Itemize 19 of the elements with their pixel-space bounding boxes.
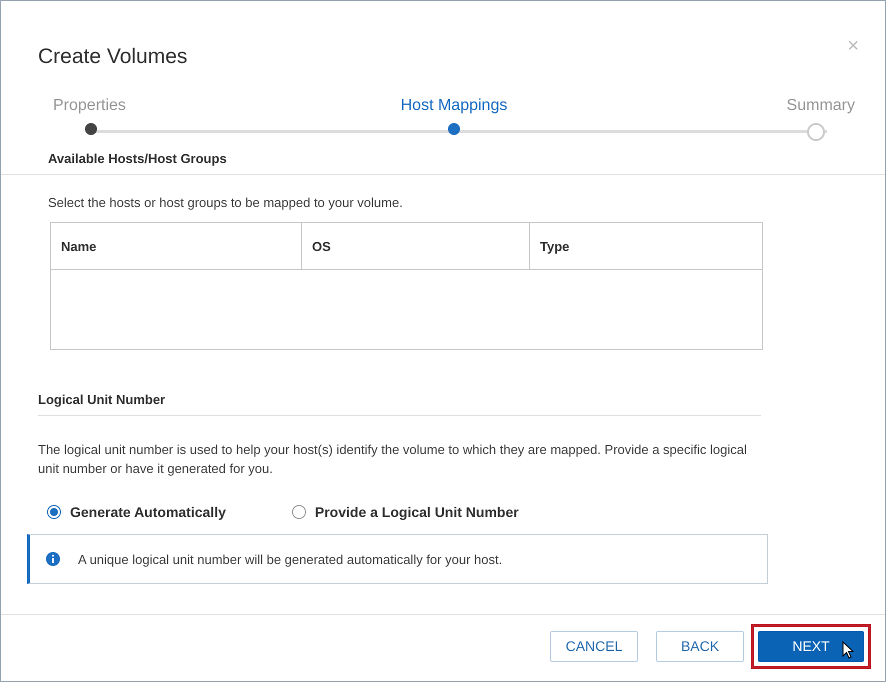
column-header[interactable]: OS: [301, 223, 529, 269]
next-button[interactable]: NEXT: [758, 630, 864, 662]
step-label: Summary: [786, 97, 855, 115]
step-label: Properties: [53, 97, 126, 115]
column-header[interactable]: Name: [51, 223, 301, 269]
info-text: A unique logical unit number will be generated automatically for your host.: [78, 552, 502, 566]
radio-icon[interactable]: [292, 505, 306, 519]
step-label: Host Mappings: [400, 97, 508, 115]
radio-icon[interactable]: [47, 505, 61, 519]
section-heading: Logical Unit Number: [38, 392, 761, 416]
section-description: Select the hosts or host groups to be mapped to your volume.: [47, 194, 404, 212]
dialog-title: Create Volumes: [38, 45, 188, 69]
section-heading: Available Hosts/Host Groups: [1, 141, 885, 175]
pointer-icon: [842, 640, 854, 658]
info-icon: [46, 552, 60, 566]
section-description: The logical unit number is used to help your host(s) identify the volume to which they are mapped. Provide a specific logical unit number or have it generated for you.: [37, 441, 748, 478]
cancel-button[interactable]: CANCEL: [550, 630, 638, 662]
column-header[interactable]: Type: [529, 223, 762, 269]
back-button[interactable]: BACK: [656, 630, 744, 662]
